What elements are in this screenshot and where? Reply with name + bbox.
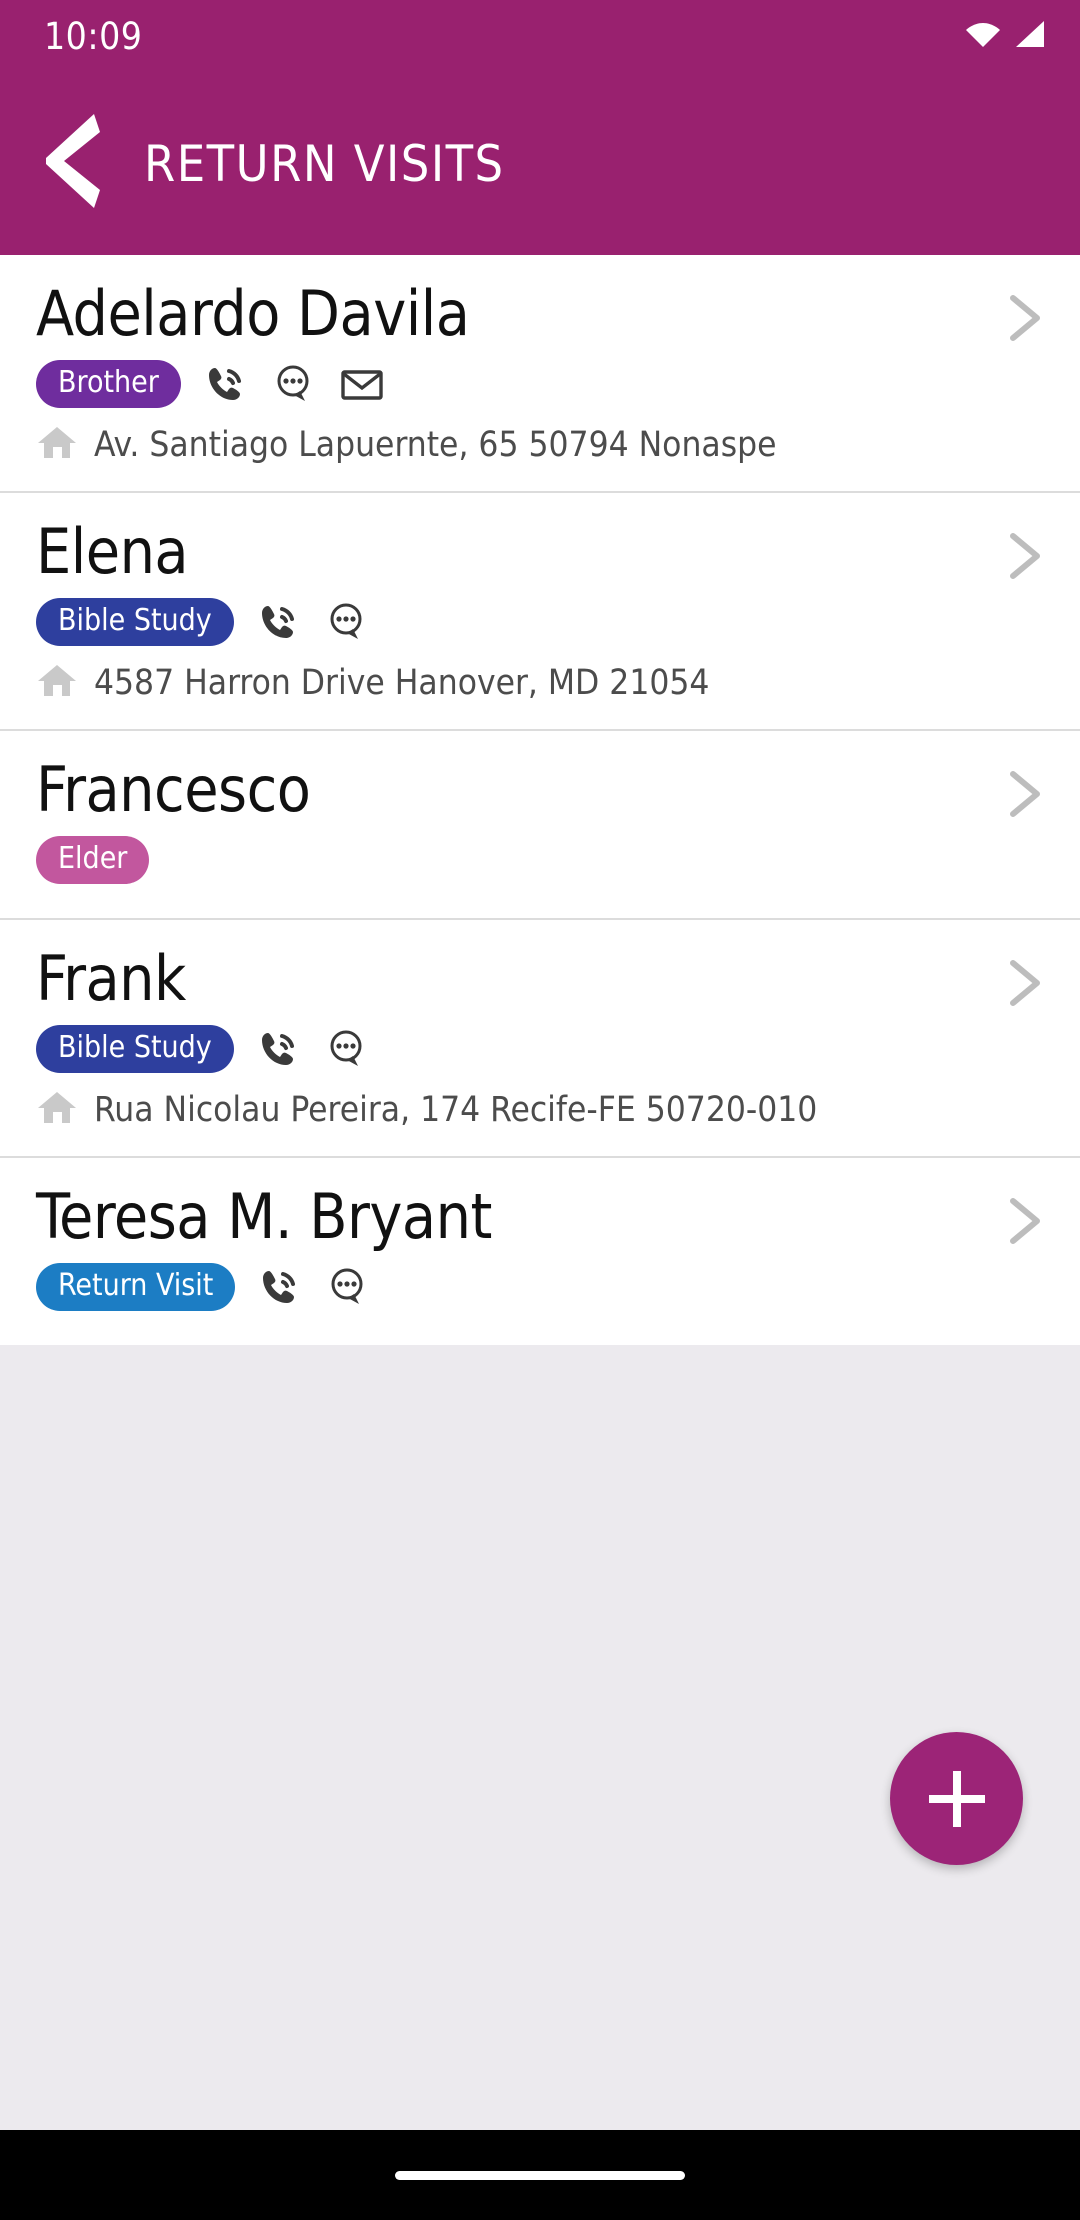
- system-navigation-bar: [0, 2130, 1080, 2220]
- contact-meta-row: Bible Study: [36, 598, 1044, 646]
- contact-meta-row: Elder: [36, 836, 1044, 884]
- app-bar: RETURN VISITS: [0, 72, 1080, 255]
- plus-icon-vertical: [953, 1771, 961, 1827]
- add-button[interactable]: [890, 1732, 1023, 1865]
- message-icon[interactable]: [324, 1026, 370, 1072]
- contact-row-francesco[interactable]: Francesco Elder: [0, 731, 1080, 920]
- message-icon[interactable]: [271, 361, 317, 407]
- contact-name: Teresa M. Bryant: [36, 1184, 1044, 1251]
- status-bar-icons: [965, 20, 1046, 53]
- chevron-right-icon: [1008, 960, 1042, 1006]
- contact-meta-row: Brother: [36, 360, 1044, 408]
- contact-address-row: Av. Santiago Lapuernte, 65 50794 Nonaspe: [36, 424, 1044, 467]
- email-icon[interactable]: [339, 361, 385, 407]
- contact-address: 4587 Harron Drive Hanover, MD 21054: [94, 663, 709, 703]
- home-gesture-pill[interactable]: [395, 2171, 685, 2180]
- status-badge: Return Visit: [36, 1263, 235, 1311]
- phone-icon[interactable]: [256, 1026, 302, 1072]
- contact-row-elena[interactable]: Elena Bible Study: [0, 493, 1080, 731]
- phone-icon[interactable]: [203, 361, 249, 407]
- back-chevron-icon: [44, 112, 102, 215]
- contact-row-adelardo-davila[interactable]: Adelardo Davila Brother: [0, 255, 1080, 493]
- message-icon[interactable]: [324, 599, 370, 645]
- contact-address: Rua Nicolau Pereira, 174 Recife-FE 50720…: [94, 1090, 817, 1130]
- status-badge: Elder: [36, 836, 149, 884]
- contacts-list: Adelardo Davila Brother: [0, 255, 1080, 1345]
- status-badge: Bible Study: [36, 598, 234, 646]
- contact-address-row: Rua Nicolau Pereira, 174 Recife-FE 50720…: [36, 1089, 1044, 1132]
- status-badge: Bible Study: [36, 1025, 234, 1073]
- phone-icon[interactable]: [256, 599, 302, 645]
- contact-name: Elena: [36, 519, 1044, 586]
- phone-icon[interactable]: [257, 1264, 303, 1310]
- message-icon[interactable]: [325, 1264, 371, 1310]
- signal-icon: [1014, 20, 1046, 53]
- status-bar: 10:09: [0, 0, 1080, 72]
- contact-name: Frank: [36, 946, 1044, 1013]
- contact-name: Francesco: [36, 757, 1044, 824]
- chevron-right-icon: [1008, 533, 1042, 579]
- contact-meta-row: Bible Study: [36, 1025, 1044, 1073]
- page-title: RETURN VISITS: [144, 135, 505, 193]
- phone-screen: 10:09 RETURN VISITS: [0, 0, 1080, 2220]
- home-icon: [36, 662, 78, 705]
- contact-row-teresa-m-bryant[interactable]: Teresa M. Bryant Return Visit: [0, 1158, 1080, 1345]
- status-bar-clock: 10:09: [44, 15, 142, 58]
- chevron-right-icon: [1008, 1198, 1042, 1244]
- wifi-icon: [965, 20, 1001, 53]
- contact-address-row: 4587 Harron Drive Hanover, MD 21054: [36, 662, 1044, 705]
- chevron-right-icon: [1008, 771, 1042, 817]
- status-badge: Brother: [36, 360, 181, 408]
- contact-meta-row: Return Visit: [36, 1263, 1044, 1311]
- contact-address: Av. Santiago Lapuernte, 65 50794 Nonaspe: [94, 425, 776, 465]
- contact-row-frank[interactable]: Frank Bible Study: [0, 920, 1080, 1158]
- chevron-right-icon: [1008, 295, 1042, 341]
- home-icon: [36, 424, 78, 467]
- back-button[interactable]: [44, 119, 122, 209]
- home-icon: [36, 1089, 78, 1132]
- contact-name: Adelardo Davila: [36, 281, 1044, 348]
